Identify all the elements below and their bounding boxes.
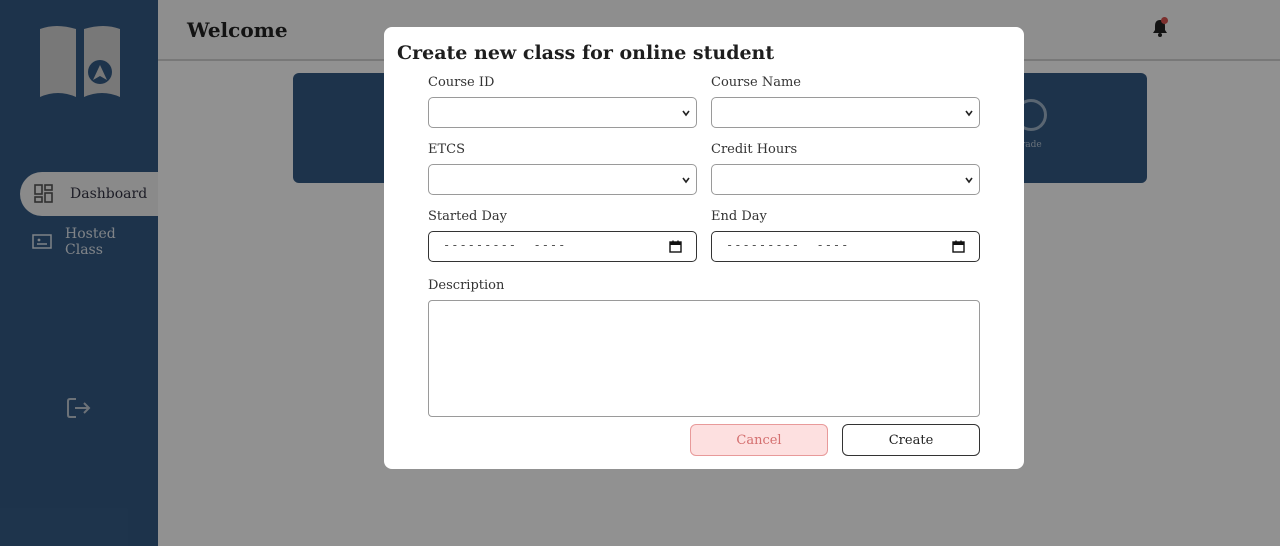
- create-class-modal: Create new class for online student Cour…: [384, 27, 1024, 469]
- description-label: Description: [428, 278, 505, 293]
- end-day-label: End Day: [711, 209, 767, 224]
- chevron-down-icon: [965, 110, 973, 117]
- modal-title: Create new class for online student: [397, 42, 775, 64]
- calendar-icon[interactable]: [669, 240, 682, 253]
- end-day-input[interactable]: --------- ----: [711, 231, 980, 262]
- etcs-select[interactable]: [428, 164, 697, 195]
- cancel-button[interactable]: Cancel: [690, 424, 828, 456]
- calendar-icon[interactable]: [952, 240, 965, 253]
- date-placeholder: --------- ----: [443, 238, 567, 252]
- credit-hours-label: Credit Hours: [711, 142, 798, 157]
- course-name-label: Course Name: [711, 75, 802, 90]
- started-day-input[interactable]: --------- ----: [428, 231, 697, 262]
- chevron-down-icon: [965, 177, 973, 184]
- course-name-select[interactable]: [711, 97, 980, 128]
- create-button[interactable]: Create: [842, 424, 980, 456]
- etcs-label: ETCS: [428, 142, 466, 157]
- description-textarea[interactable]: [428, 300, 980, 417]
- credit-hours-select[interactable]: [711, 164, 980, 195]
- started-day-label: Started Day: [428, 209, 507, 224]
- date-placeholder: --------- ----: [726, 238, 850, 252]
- chevron-down-icon: [682, 177, 690, 184]
- chevron-down-icon: [682, 110, 690, 117]
- course-id-label: Course ID: [428, 75, 495, 90]
- course-id-select[interactable]: [428, 97, 697, 128]
